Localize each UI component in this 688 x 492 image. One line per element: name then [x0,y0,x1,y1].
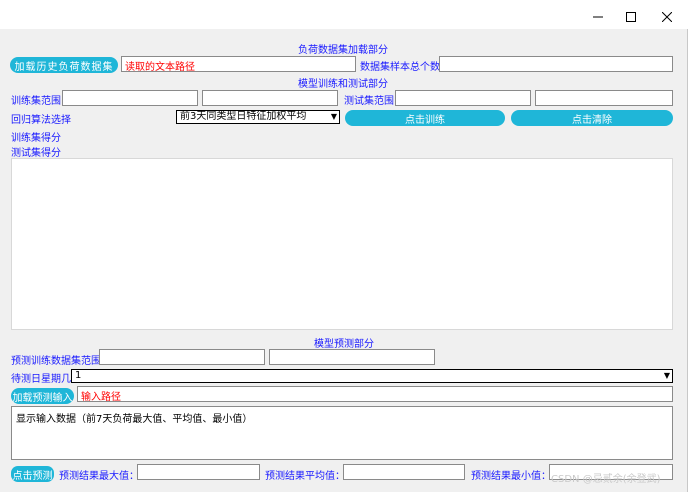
csdn-watermark: CSDN @忌贰余(余登武) [551,474,661,485]
weekday-label: 待测日星期几 [11,374,71,385]
test-range-from-field[interactable] [395,90,531,106]
dropdown-arrow-icon: ▼ [330,112,337,121]
algo-selected-value: 前3天同类型日特征加权平均 [180,111,307,122]
predict-section-title: 模型预测部分 [314,339,374,350]
train-range-from-field[interactable] [62,90,198,106]
pred-avg-label: 预测结果平均值： [265,471,345,482]
pred-min-label: 预测结果最小值： [471,471,551,482]
clear-button[interactable]: 点击清除 [511,110,673,126]
predict-path-field[interactable]: 输入路径 [77,386,673,402]
weekday-selected-value: 1 [75,370,82,381]
maximize-icon[interactable] [622,9,640,25]
app-window: 负荷数据集加载部分 加载历史负荷数据集 读取的文本路径 数据集样本总个数 模型训… [0,0,688,492]
load-history-button[interactable]: 加载历史负荷数据集 [10,57,118,73]
algo-select-label: 回归算法选择 [11,115,71,126]
test-range-label: 测试集范围 [344,96,394,107]
pred-max-field[interactable] [137,464,260,480]
pred-train-range-to-field[interactable] [269,349,435,365]
sample-count-field[interactable] [439,56,673,72]
close-icon[interactable] [658,9,676,25]
algo-select[interactable]: 前3天同类型日特征加权平均 ▼ [176,110,340,124]
load-section-title: 负荷数据集加载部分 [298,45,388,56]
data-path-field[interactable]: 读取的文本路径 [121,56,356,72]
pred-train-range-label: 预测训练数据集范围 [11,356,101,367]
train-range-label: 训练集范围 [11,96,61,107]
input-display-text: 显示输入数据（前7天负荷最大值、平均值、最小值） [16,414,253,425]
load-predict-input-button[interactable]: 加载预测输入 [11,388,74,404]
test-score-label: 测试集得分 [11,148,61,159]
weekday-select[interactable]: 1 ▼ [71,369,673,383]
train-score-label: 训练集得分 [11,133,61,144]
predict-button[interactable]: 点击预测 [11,466,54,482]
train-button[interactable]: 点击训练 [345,110,505,126]
title-bar [0,5,688,29]
chart-area [11,158,673,330]
train-section-title: 模型训练和测试部分 [298,79,388,90]
minimize-icon[interactable] [589,9,607,25]
pred-max-label: 预测结果最大值： [59,471,139,482]
pred-train-range-from-field[interactable] [99,349,265,365]
train-range-to-field[interactable] [202,90,338,106]
test-range-to-field[interactable] [535,90,673,106]
dropdown-arrow-icon: ▼ [663,371,670,380]
sample-count-label: 数据集样本总个数 [360,62,440,73]
input-display-area[interactable]: 显示输入数据（前7天负荷最大值、平均值、最小值） [11,406,673,460]
pred-avg-field[interactable] [343,464,465,480]
